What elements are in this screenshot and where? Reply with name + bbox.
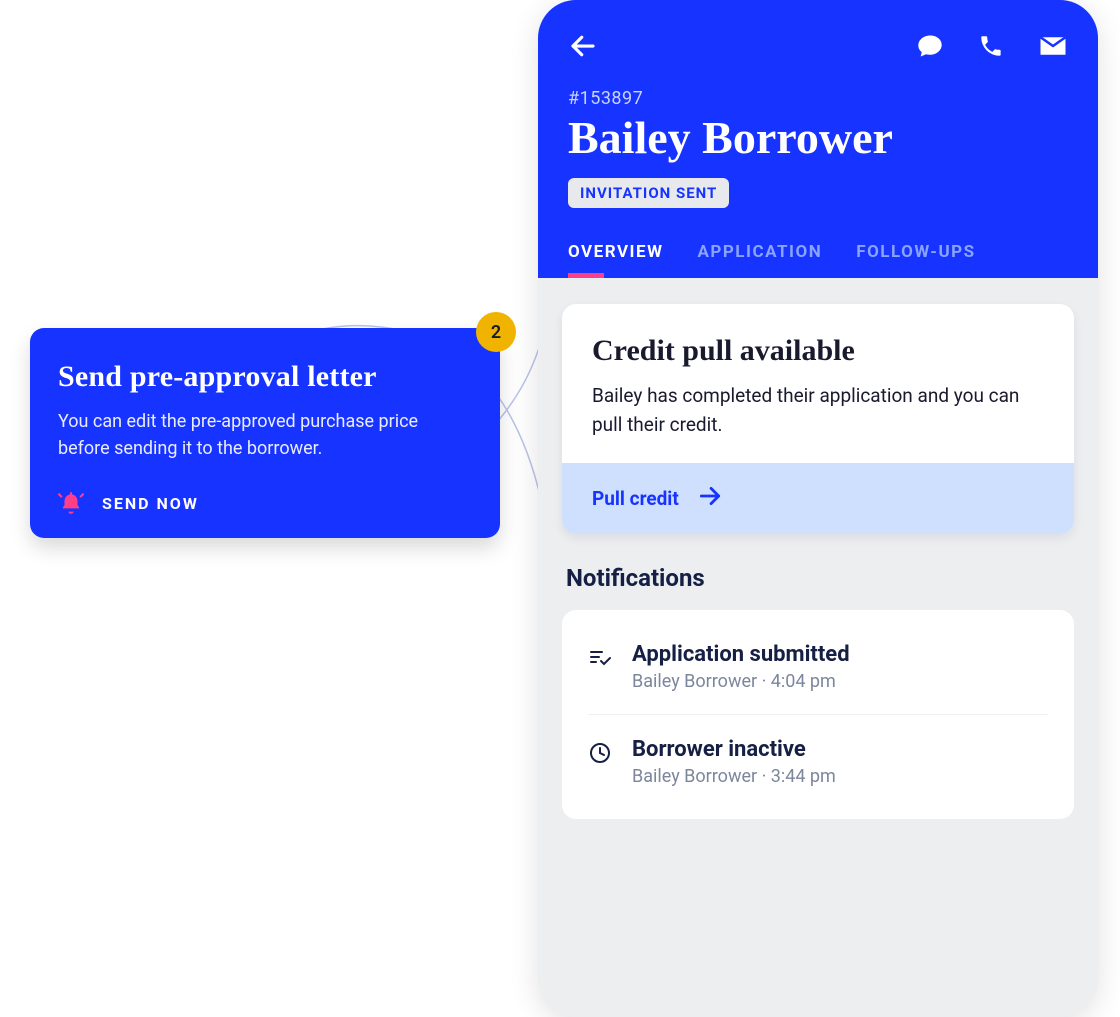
back-button[interactable] (568, 31, 598, 61)
tabs: OVERVIEW APPLICATION FOLLOW-UPS (568, 242, 1068, 278)
notification-meta: Bailey Borrower · 4:04 pm (632, 671, 850, 692)
callout-body: You can edit the pre-approved purchase p… (58, 408, 472, 462)
send-now-button[interactable]: SEND NOW (58, 490, 472, 516)
credit-pull-card: Credit pull available Bailey has complet… (562, 304, 1074, 534)
list-item[interactable]: Borrower inactive Bailey Borrower · 3:44… (588, 715, 1048, 809)
credit-card-title: Credit pull available (592, 334, 1044, 368)
status-badge: INVITATION SENT (568, 178, 729, 208)
list-item[interactable]: Application submitted Bailey Borrower · … (588, 620, 1048, 715)
phone-icon[interactable] (978, 33, 1004, 59)
send-now-label: SEND NOW (102, 494, 199, 513)
notifications-list: Application submitted Bailey Borrower · … (562, 610, 1074, 819)
tab-overview[interactable]: OVERVIEW (568, 242, 663, 278)
borrower-name: Bailey Borrower (568, 111, 1068, 164)
credit-card-body: Bailey has completed their application a… (592, 382, 1044, 439)
chat-icon[interactable] (916, 32, 944, 60)
notifications-heading: Notifications (566, 564, 1070, 592)
notification-meta: Bailey Borrower · 3:44 pm (632, 766, 836, 787)
bell-alert-icon (58, 490, 84, 516)
phone-header: #153897 Bailey Borrower INVITATION SENT … (538, 0, 1098, 278)
notification-count-badge: 2 (476, 312, 516, 352)
tab-followups[interactable]: FOLLOW-UPS (856, 242, 975, 278)
tab-application[interactable]: APPLICATION (697, 242, 822, 278)
record-id: #153897 (568, 88, 1068, 109)
pull-credit-button[interactable]: Pull credit (562, 463, 1074, 534)
preapproval-callout: 2 Send pre-approval letter You can edit … (30, 328, 500, 538)
notification-title: Application submitted (632, 642, 850, 667)
checklist-icon (588, 642, 612, 674)
mail-icon[interactable] (1038, 31, 1068, 61)
arrow-right-icon (697, 483, 723, 514)
phone-frame: #153897 Bailey Borrower INVITATION SENT … (538, 0, 1098, 1017)
clock-icon (588, 737, 612, 769)
callout-title: Send pre-approval letter (58, 360, 472, 394)
phone-body: Credit pull available Bailey has complet… (538, 278, 1098, 819)
pull-credit-label: Pull credit (592, 487, 679, 510)
notification-title: Borrower inactive (632, 737, 836, 762)
